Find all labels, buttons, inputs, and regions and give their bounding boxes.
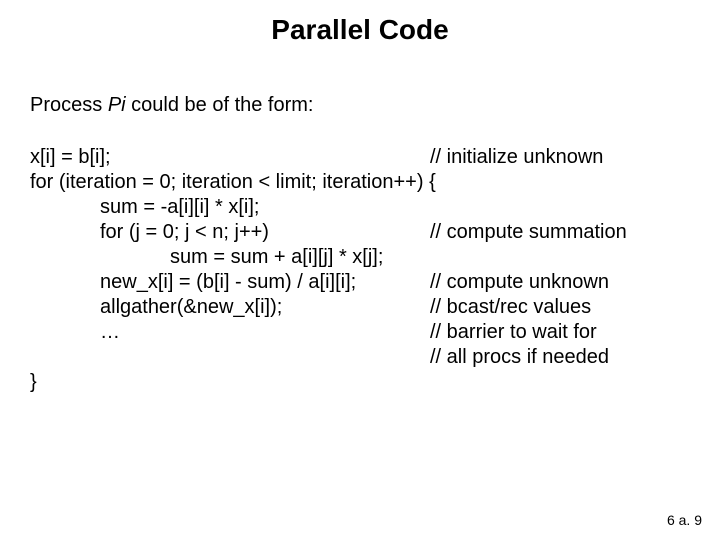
code-line: …// barrier to wait for	[30, 320, 720, 345]
slide-number: 6 a. 9	[667, 512, 702, 528]
intro-prefix: Process	[30, 94, 108, 116]
code-comment: // barrier to wait for	[430, 320, 597, 345]
code-text: …	[100, 320, 430, 345]
code-line: for (j = 0; j < n; j++)// compute summat…	[30, 220, 720, 245]
intro-line: Process Pi could be of the form:	[0, 46, 720, 117]
slide: Parallel Code Process Pi could be of the…	[0, 0, 720, 540]
code-comment: // compute unknown	[430, 270, 609, 295]
code-line: allgather(&new_x[i]);// bcast/rec values	[30, 295, 720, 320]
code-line: new_x[i] = (b[i] - sum) / a[i][i];// com…	[30, 270, 720, 295]
code-line: for (iteration = 0; iteration < limit; i…	[30, 170, 720, 195]
code-text: new_x[i] = (b[i] - sum) / a[i][i];	[100, 270, 430, 295]
code-comment: // bcast/rec values	[430, 295, 591, 320]
intro-suffix: could be of the form:	[126, 94, 314, 116]
code-comment: // compute summation	[430, 220, 627, 245]
code-text: for (j = 0; j < n; j++)	[100, 220, 430, 245]
code-text: allgather(&new_x[i]);	[100, 295, 430, 320]
code-line: x[i] = b[i];// initialize unknown	[30, 145, 720, 170]
code-comment: // all procs if needed	[430, 345, 609, 370]
code-text: x[i] = b[i];	[30, 145, 430, 170]
code-line: sum = sum + a[i][j] * x[j];	[30, 245, 720, 270]
code-block: x[i] = b[i];// initialize unknown for (i…	[0, 117, 720, 395]
code-line: // all procs if needed	[30, 345, 720, 370]
intro-pi: Pi	[108, 94, 126, 116]
code-line: }	[30, 370, 720, 395]
code-comment: // initialize unknown	[430, 145, 603, 170]
slide-title: Parallel Code	[0, 0, 720, 46]
code-line: sum = -a[i][i] * x[i];	[30, 195, 720, 220]
